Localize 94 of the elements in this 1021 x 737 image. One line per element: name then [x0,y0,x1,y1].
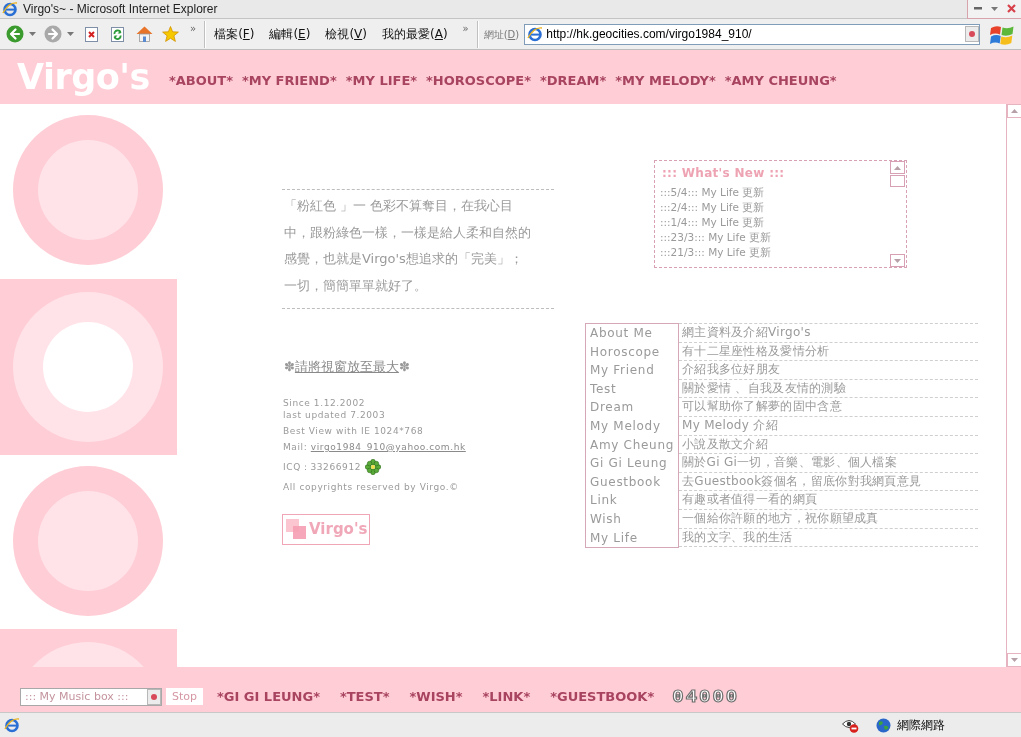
section-description: 網主資料及介紹Virgo's [679,324,978,343]
scroll-thumb[interactable] [890,175,905,187]
section-link[interactable]: My Melody [590,416,678,436]
nav-link[interactable]: *MY FRIEND* [241,73,337,89]
section-link[interactable]: Wish [590,509,678,529]
window-title: Virgo's~ - Microsoft Internet Explorer [23,2,218,16]
maximize-link[interactable]: 請將視窗放至最大 [294,358,399,374]
section-description: My Melody 介紹 [679,416,978,436]
best-view-text: Best View with IE 1024*768 [283,424,425,438]
menu-item[interactable]: 檢視(V) [325,24,367,44]
star-icon[interactable] [162,26,179,42]
nav-link[interactable]: *LINK* [482,688,531,705]
close-icon[interactable] [1006,4,1016,13]
nav-link[interactable]: *MY LIFE* [345,73,418,89]
music-select[interactable]: ::: My Music box ::: [20,688,162,706]
nav-link[interactable]: *HOROSCOPE* [426,73,531,89]
e-logo-icon [2,1,18,17]
section-description: 可以幫助你了解夢的固中含意 [679,398,978,417]
up-arrow-icon [894,165,901,170]
news-item: :::5/4::: My Life 更新 [660,185,766,200]
nav-link[interactable]: *GI GI LEUNG* [217,688,320,705]
section-link[interactable]: Link [590,491,678,510]
menu-chevron[interactable]: » [462,23,469,35]
scroll-down-button[interactable] [890,254,905,267]
section-description: 有十二星座性格及愛情分析 [679,342,978,362]
section-link[interactable]: Amy Cheung [590,435,678,455]
dropdown-icon [147,689,161,705]
menu-item[interactable]: 檔案(F) [214,24,255,44]
news-item: :::2/4::: My Life 更新 [660,200,766,215]
nav-link[interactable]: *GUESTBOOK* [550,688,655,705]
flower-icon [365,458,382,475]
icq-number: ICQ：33266912 [283,460,362,474]
dropdown-icon[interactable] [965,26,980,42]
nav-link[interactable]: *TEST* [339,688,390,705]
copyright-text: All copyrights reserved by Virgo.© [283,480,460,494]
privacy-eye-icon[interactable] [842,717,859,733]
section-link[interactable]: About Me [590,324,678,343]
section-description: 關於愛情 、自我及友情的測驗 [679,379,978,399]
menu-item[interactable]: 編輯(E) [269,24,311,44]
e-logo-icon [4,717,20,733]
down-arrow-icon [894,258,901,263]
toolbar-chevron[interactable]: » [190,23,197,35]
stop-button[interactable]: Stop [166,688,203,705]
email-link[interactable]: virgo1984_910@yahoo.com.hk [310,441,466,452]
address-label: 網址(D) [483,27,520,42]
nav-link[interactable]: *DREAM* [540,73,607,89]
nav-link[interactable]: *WISH* [409,688,463,705]
maximize-notice: ✽請將視窗放至最大✽ [284,357,411,376]
section-description: 一個給你許願的地方，祝你願望成真 [679,509,978,529]
home-icon[interactable] [136,26,153,42]
nav-link[interactable]: *ABOUT* [168,73,233,89]
section-link[interactable]: My Life [590,528,678,548]
e-logo-icon [527,26,544,42]
back-icon[interactable] [6,25,24,43]
section-description: 小說及散文介紹 [679,435,978,455]
section-link[interactable]: Guestbook [590,472,678,492]
news-item: :::23/3::: My Life 更新 [660,230,772,245]
caret-icon[interactable] [29,32,36,36]
panel-title: ::: What's New ::: [661,165,786,181]
minimize-icon[interactable] [973,7,982,10]
section-description: 有趣或者值得一看的網頁 [679,491,978,510]
refresh-icon[interactable] [111,26,124,42]
scroll-down-button[interactable] [1007,653,1021,667]
section-link[interactable]: Horoscope [590,342,678,362]
address-field[interactable]: http://hk.geocities.com/virgo1984_910/ [524,23,981,45]
section-description: 介紹我多位好朋友 [679,361,978,380]
nav-link[interactable]: *MY MELODY* [615,73,716,89]
down-arrow-icon [1011,658,1018,662]
flag-logo-icon [990,23,1014,45]
stop-icon[interactable] [85,26,98,42]
forward-icon[interactable] [44,25,62,43]
up-arrow-icon [1011,109,1018,113]
updated-text: last updated 7.2003 [283,408,387,421]
scroll-up-button[interactable] [1007,104,1021,118]
squares-icon [286,519,306,540]
menu-item[interactable]: 我的最愛(A) [381,24,448,44]
news-item: :::1/4::: My Life 更新 [660,215,766,230]
section-link[interactable]: My Friend [590,361,678,380]
section-description: 去Guestbook簽個名，留底你對我網頁意見 [679,472,978,492]
section-description: 我的文字、我的生活 [679,528,978,548]
since-text: Since 1.12.2002 [283,396,367,409]
section-link[interactable]: Test [590,379,678,399]
scroll-up-button[interactable] [890,161,905,174]
caret-icon[interactable] [67,32,74,36]
nav-link[interactable]: *AMY CHEUNG* [724,73,837,89]
globe-icon [876,717,891,733]
zone-text: 網際網路 [897,718,945,732]
news-item: :::21/3::: My Life 更新 [660,245,772,260]
visitor-counter: 04000 [672,688,740,706]
section-link[interactable]: Gi Gi Leung [590,454,678,473]
caret-icon[interactable] [990,6,998,11]
mail-line: Mail: virgo1984_910@yahoo.com.hk [283,440,467,454]
section-description: 關於Gi Gi一切，音樂、電影、個人檔案 [679,454,978,473]
section-link[interactable]: Dream [590,398,678,417]
